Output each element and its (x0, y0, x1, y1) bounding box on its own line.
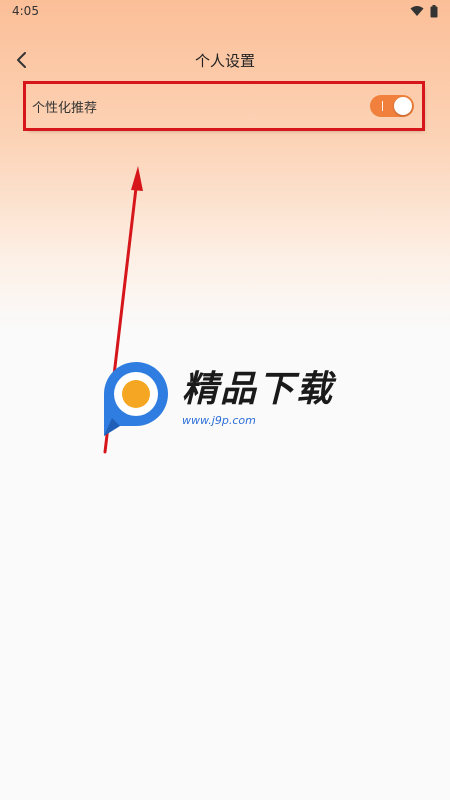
toggle-knob (394, 97, 412, 115)
watermark-url: www.j9p.com (182, 413, 256, 427)
j9p-logo (104, 362, 168, 436)
chevron-left-icon (17, 52, 26, 68)
watermark-title: 精品下载 (182, 368, 335, 410)
wifi-icon (410, 6, 424, 16)
watermark-text: 精品下载 www.j9p.com (182, 368, 335, 427)
status-time: 4:05 (12, 4, 39, 18)
setting-row-personalized-recommendation: 个性化推荐 (23, 81, 425, 131)
back-button[interactable] (10, 48, 34, 72)
watermark: 精品下载 www.j9p.com (98, 356, 358, 440)
toggle-on-mark (382, 101, 383, 111)
header: 个人设置 (0, 42, 450, 78)
battery-icon (430, 4, 438, 17)
page-title: 个人设置 (194, 51, 255, 70)
status-icons (410, 4, 438, 18)
status-bar: 4:05 (0, 0, 450, 22)
setting-label: 个性化推荐 (32, 100, 98, 116)
personalized-recommendation-toggle[interactable] (370, 95, 414, 117)
